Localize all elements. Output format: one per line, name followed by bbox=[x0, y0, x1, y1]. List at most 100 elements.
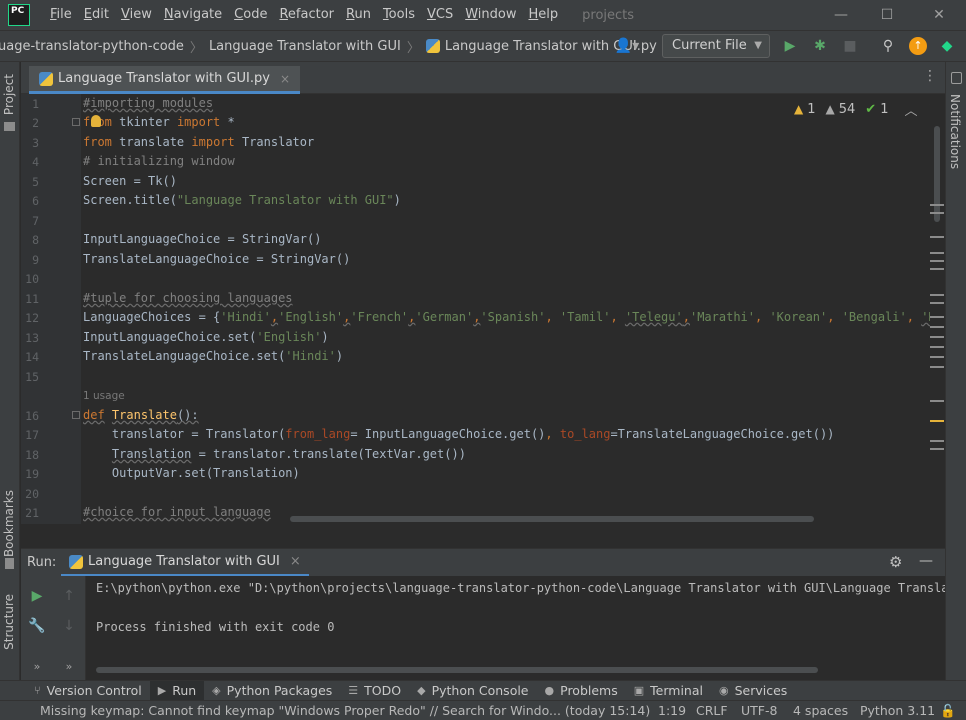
editor-scrollbar[interactable] bbox=[930, 94, 945, 524]
error-stripe-marker[interactable] bbox=[930, 236, 944, 238]
error-stripe-marker[interactable] bbox=[930, 294, 944, 296]
error-stripe-marker[interactable] bbox=[930, 346, 944, 348]
vcs-user-button[interactable]: 👤▾ bbox=[612, 36, 642, 56]
lock-icon[interactable]: 🔓 bbox=[940, 703, 956, 719]
error-stripe-marker[interactable] bbox=[930, 268, 944, 270]
tool-services[interactable]: ◉ Services bbox=[711, 681, 795, 701]
editor-horizontal-scroll-thumb[interactable] bbox=[290, 516, 814, 522]
rerun-button[interactable]: ▶ bbox=[27, 586, 47, 606]
error-stripe-marker[interactable] bbox=[930, 326, 944, 328]
maximize-button[interactable]: ☐ bbox=[864, 0, 910, 30]
tool-notifications[interactable]: Notifications bbox=[948, 94, 962, 169]
code-line-3: from translate import Translator bbox=[83, 135, 315, 149]
status-message[interactable]: Missing keymap: Cannot find keymap "Wind… bbox=[40, 703, 650, 718]
updates-button[interactable]: ↑ bbox=[908, 36, 928, 56]
error-stripe-marker[interactable] bbox=[930, 440, 944, 442]
scroll-thumb[interactable] bbox=[934, 126, 940, 222]
menu-run[interactable]: Run bbox=[340, 0, 377, 30]
close-window-button[interactable]: ✕ bbox=[916, 0, 962, 30]
jetbrains-ai-button[interactable]: ◆ bbox=[937, 36, 957, 56]
tab-language-translator[interactable]: Language Translator with GUI.py × bbox=[29, 66, 301, 94]
previous-highlight-icon[interactable]: ︿ bbox=[904, 100, 917, 119]
caret-position[interactable]: 1:19 bbox=[658, 703, 686, 718]
more-actions-button[interactable]: » bbox=[27, 656, 47, 676]
line-number: 18 bbox=[25, 448, 39, 462]
services-icon: ◉ bbox=[718, 684, 729, 697]
python-interpreter[interactable]: Python 3.11 bbox=[860, 703, 935, 718]
tool-bookmarks[interactable]: Bookmarks bbox=[2, 490, 16, 557]
tool-structure[interactable]: Structure bbox=[2, 594, 16, 650]
run-tab[interactable]: Language Translator with GUI × bbox=[61, 549, 309, 577]
modify-config-button[interactable]: 🔧 bbox=[27, 616, 47, 636]
minimize-button[interactable]: — bbox=[818, 0, 864, 30]
fold-icon[interactable] bbox=[72, 411, 80, 419]
menu-vcs[interactable]: VCS bbox=[421, 0, 459, 30]
search-button[interactable]: ⚲ bbox=[878, 36, 898, 56]
menu-refactor[interactable]: Refactor bbox=[273, 0, 340, 30]
inspection-widget[interactable]: ▲ 1 ▲ 54 ✔ 1 ︿ ﹀ bbox=[794, 100, 943, 119]
error-stripe-marker[interactable] bbox=[930, 448, 944, 450]
double-chevron-icon: » bbox=[33, 659, 41, 673]
menu-file[interactable]: File bbox=[44, 0, 78, 30]
more-actions-button-2[interactable]: » bbox=[59, 656, 79, 676]
hide-panel-icon[interactable]: — bbox=[919, 553, 933, 569]
console-horizontal-scroll-thumb[interactable] bbox=[96, 667, 818, 673]
search-icon: ⚲ bbox=[882, 38, 894, 54]
error-stripe-marker[interactable] bbox=[930, 204, 944, 206]
run-panel-label: Run: bbox=[27, 555, 57, 570]
menu-window[interactable]: Window bbox=[459, 0, 522, 30]
error-stripe-marker[interactable] bbox=[930, 260, 944, 262]
editor-gutter: 1 2 3 4 5 6 7 8 9 10 11 12 13 14 15 16 1… bbox=[21, 94, 81, 524]
tool-version-control[interactable]: ⑂ Version Control bbox=[26, 681, 150, 701]
error-stripe-marker[interactable] bbox=[930, 400, 944, 402]
code-editor[interactable]: #importing modules from tkinter import *… bbox=[81, 94, 930, 524]
menu-edit[interactable]: Edit bbox=[78, 0, 115, 30]
tool-run[interactable]: ▶ Run bbox=[149, 680, 205, 701]
breadcrumb-folder[interactable]: Language Translator with GUI bbox=[209, 39, 401, 54]
stop-button[interactable]: ■ bbox=[840, 36, 860, 56]
usage-hint[interactable]: 1 usage bbox=[83, 390, 125, 402]
menu-tools[interactable]: Tools bbox=[377, 0, 421, 30]
main-menu: File Edit View Navigate Code Refactor Ru… bbox=[44, 0, 564, 30]
error-stripe-marker[interactable] bbox=[930, 252, 944, 254]
error-stripe-marker[interactable] bbox=[930, 356, 944, 358]
tab-options-icon[interactable]: ⋮ bbox=[923, 68, 937, 84]
close-icon: ✕ bbox=[933, 7, 945, 23]
error-stripe-marker[interactable] bbox=[930, 316, 944, 318]
breadcrumb-project[interactable]: uage-translator-python-code bbox=[0, 39, 184, 54]
code-line-5: Screen = Tk() bbox=[83, 174, 177, 188]
tool-python-console[interactable]: ◆ Python Console bbox=[409, 681, 536, 701]
tool-project[interactable]: Project bbox=[2, 74, 16, 115]
run-button[interactable]: ▶ bbox=[780, 36, 800, 56]
fold-icon[interactable] bbox=[72, 118, 80, 126]
tool-python-packages[interactable]: ◈ Python Packages bbox=[204, 681, 340, 701]
tool-problems[interactable]: ● Problems bbox=[537, 681, 626, 701]
jetbrains-icon: ◆ bbox=[941, 38, 953, 54]
tool-terminal[interactable]: ▣ Terminal bbox=[626, 681, 711, 701]
indent-setting[interactable]: 4 spaces bbox=[793, 703, 848, 718]
tool-todo[interactable]: ☰ TODO bbox=[340, 681, 409, 701]
warning-stripe-marker[interactable] bbox=[930, 420, 944, 422]
run-console[interactable]: E:\python\python.exe "D:\python\projects… bbox=[86, 576, 945, 680]
code-line-1: #importing modules bbox=[83, 96, 214, 110]
scroll-up-button[interactable]: ↑ bbox=[59, 586, 79, 606]
line-separator[interactable]: CRLF bbox=[696, 703, 728, 718]
lightbulb-icon[interactable] bbox=[91, 115, 101, 127]
error-stripe-marker[interactable] bbox=[930, 212, 944, 214]
gear-icon[interactable]: ⚙ bbox=[889, 553, 902, 571]
error-stripe-marker[interactable] bbox=[930, 366, 944, 368]
close-tab-icon[interactable]: × bbox=[290, 554, 301, 569]
menu-help[interactable]: Help bbox=[523, 0, 565, 30]
run-configuration-select[interactable]: Current File ▼ bbox=[662, 34, 770, 58]
menu-code[interactable]: Code bbox=[228, 0, 273, 30]
error-stripe-marker[interactable] bbox=[930, 302, 944, 304]
menu-navigate[interactable]: Navigate bbox=[158, 0, 228, 30]
menu-view[interactable]: View bbox=[115, 0, 158, 30]
close-tab-icon[interactable]: × bbox=[280, 72, 290, 86]
debug-button[interactable]: ✱ bbox=[810, 36, 830, 56]
scroll-down-button[interactable]: ↓ bbox=[59, 616, 79, 636]
left-tool-strip: Project Bookmarks Structure bbox=[0, 62, 20, 680]
file-encoding[interactable]: UTF-8 bbox=[741, 703, 777, 718]
code-line-11: #tuple for choosing languages bbox=[83, 291, 293, 305]
error-stripe-marker[interactable] bbox=[930, 336, 944, 338]
